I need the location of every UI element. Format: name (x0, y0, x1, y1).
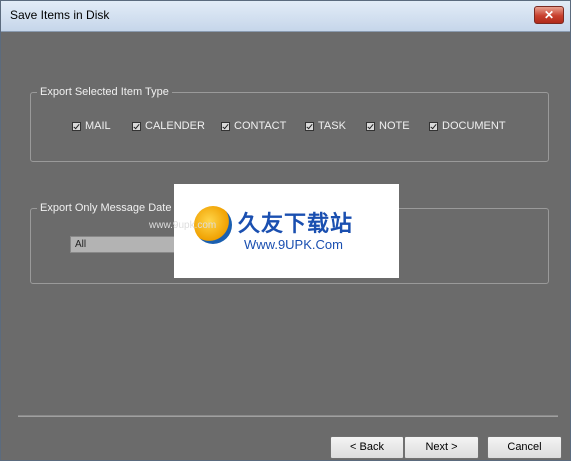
checkbox-check-icon[interactable] (429, 121, 438, 131)
next-button[interactable]: Next > (404, 436, 479, 459)
checkbox-check-icon[interactable] (72, 121, 81, 131)
checkbox-label: CALENDER (145, 120, 205, 132)
checkbox-calender[interactable]: CALENDER (132, 120, 205, 132)
watermark-url: Www.9UPK.Com (244, 237, 343, 252)
checkbox-check-icon[interactable] (305, 121, 314, 131)
watermark-chinese-text: 久友下载站 (238, 212, 354, 237)
checkbox-label: CONTACT (234, 120, 287, 132)
checkbox-note[interactable]: NOTE (366, 120, 410, 132)
checkbox-check-icon[interactable] (366, 121, 375, 131)
checkbox-label: NOTE (379, 120, 410, 132)
checkbox-label: MAIL (85, 120, 111, 132)
checkbox-label: TASK (318, 120, 346, 132)
title-bar: Save Items in Disk ✕ (1, 1, 570, 32)
back-button[interactable]: < Back (330, 436, 404, 459)
checkbox-mail[interactable]: MAIL (72, 120, 111, 132)
checkbox-task[interactable]: TASK (305, 120, 346, 132)
watermark-overlay: 久友下载站 Www.9UPK.Com www.9upk.com (149, 184, 399, 278)
checkbox-document[interactable]: DOCUMENT (429, 120, 506, 132)
export-date-legend: Export Only Message Date (40, 202, 172, 214)
window-title: Save Items in Disk (10, 8, 110, 22)
export-item-type-legend: Export Selected Item Type (40, 86, 169, 98)
watermark-small-url: www.9upk.com (149, 220, 217, 231)
close-button[interactable]: ✕ (534, 6, 564, 24)
checkbox-label: DOCUMENT (442, 120, 506, 132)
footer-divider (18, 415, 558, 417)
checkbox-check-icon[interactable] (221, 121, 230, 131)
save-items-dialog: Save Items in Disk ✕ Export Selected Ite… (0, 0, 571, 461)
checkbox-contact[interactable]: CONTACT (221, 120, 286, 132)
checkbox-check-icon[interactable] (132, 121, 141, 131)
cancel-button[interactable]: Cancel (487, 436, 562, 459)
